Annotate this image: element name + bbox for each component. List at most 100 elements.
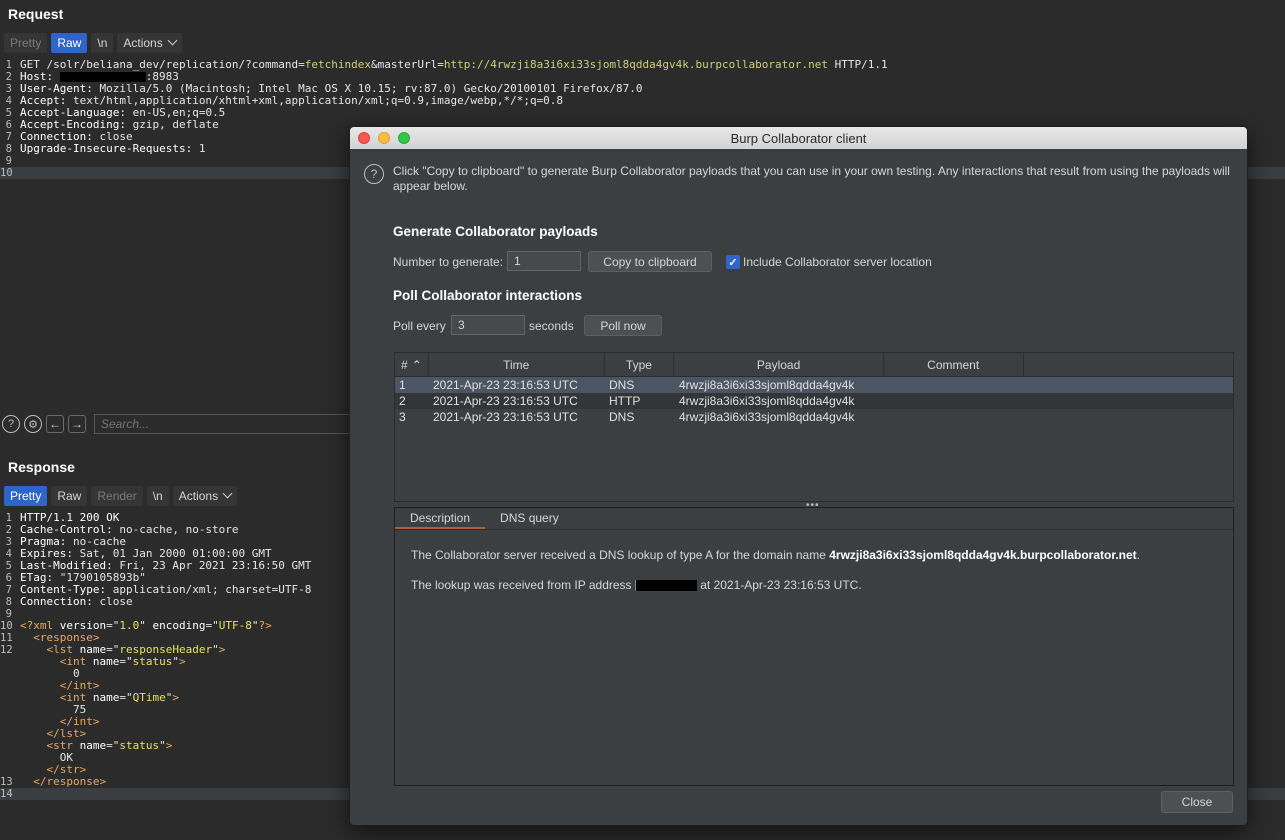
code-token: HTTP/1.1 bbox=[827, 58, 888, 71]
details-body: The Collaborator server received a DNS l… bbox=[395, 530, 1233, 626]
description-text: The Collaborator server received a DNS l… bbox=[411, 548, 830, 562]
row-time: 2021-Apr-23 23:16:53 UTC bbox=[433, 394, 578, 408]
seconds-label: seconds bbox=[529, 319, 574, 333]
line-number: 8 bbox=[5, 596, 12, 608]
tab-description[interactable]: Description bbox=[395, 508, 486, 529]
code-token: & bbox=[371, 58, 378, 71]
code-token: > bbox=[218, 643, 226, 656]
line-number: 3 bbox=[5, 83, 12, 95]
code-token: </response> bbox=[20, 775, 107, 788]
forward-arrow-icon[interactable]: → bbox=[68, 415, 86, 433]
code-token: fetchindex bbox=[304, 58, 372, 71]
poll-now-button[interactable]: Poll now bbox=[584, 315, 662, 336]
row-type: DNS bbox=[609, 410, 635, 424]
include-location-label: Include Collaborator server location bbox=[743, 255, 932, 269]
code-token: command bbox=[251, 58, 299, 71]
col-header-type[interactable]: Type bbox=[605, 353, 675, 376]
code-token: 1 bbox=[198, 142, 206, 155]
table-row[interactable]: 2 2021-Apr-23 23:16:53 UTC HTTP 4rwzji8a… bbox=[395, 393, 1233, 409]
code-line: 1 GET /solr/beliana_dev/replication/?comm… bbox=[0, 58, 1285, 72]
code-token: QTime bbox=[132, 691, 166, 704]
line-number bbox=[0, 692, 14, 704]
row-num: 3 bbox=[399, 410, 406, 424]
line-code: Upgrade-Insecure-Requests: 1 bbox=[14, 143, 205, 155]
line-number: 9 bbox=[5, 608, 12, 620]
col-header-payload[interactable]: Payload bbox=[674, 353, 884, 376]
tab-pretty[interactable]: Pretty bbox=[4, 486, 48, 506]
search-input[interactable] bbox=[94, 414, 350, 434]
col-header-num[interactable]: # ⌃ bbox=[395, 353, 429, 376]
code-token: 1.0 bbox=[119, 619, 140, 632]
chevron-down-icon bbox=[222, 488, 233, 499]
intro-text: Click "Copy to clipboard" to generate Bu… bbox=[393, 164, 1230, 193]
tab-render[interactable]: Render bbox=[91, 486, 143, 506]
code-token: application/xml; charset=UTF-8 bbox=[112, 583, 312, 596]
code-token: ?> bbox=[258, 619, 272, 632]
tab-raw[interactable]: Raw bbox=[51, 33, 88, 53]
code-token: " bbox=[139, 619, 153, 632]
line-number: 2 bbox=[5, 71, 12, 83]
table-header: # ⌃ Time Type Payload Comment bbox=[395, 353, 1233, 377]
line-number bbox=[0, 704, 14, 716]
code-token: name bbox=[92, 691, 120, 704]
dialog-title: Burp Collaborator client bbox=[730, 130, 867, 146]
code-token: " bbox=[159, 739, 166, 752]
code-token: = bbox=[437, 58, 444, 71]
code-token: Upgrade-Insecure-Requests: bbox=[20, 142, 199, 155]
gear-icon[interactable]: ⚙ bbox=[24, 415, 42, 433]
tab-newline[interactable]: \n bbox=[91, 33, 114, 53]
code-token: no-cache, no-store bbox=[119, 523, 239, 536]
include-location-checkbox[interactable]: ✓ bbox=[726, 255, 740, 269]
line-number bbox=[0, 668, 14, 680]
copy-to-clipboard-button[interactable]: Copy to clipboard bbox=[588, 251, 712, 272]
search-bar: ? ⚙ ← → bbox=[0, 412, 350, 436]
code-token: =" bbox=[119, 691, 133, 704]
col-header-empty bbox=[1024, 353, 1234, 376]
col-header-time[interactable]: Time bbox=[429, 353, 605, 376]
back-arrow-icon[interactable]: ← bbox=[46, 415, 64, 433]
help-icon[interactable]: ? bbox=[2, 415, 20, 433]
tab-raw[interactable]: Raw bbox=[51, 486, 88, 506]
line-number: 1 bbox=[5, 59, 12, 71]
number-to-generate-input[interactable] bbox=[507, 251, 581, 271]
collaborator-dialog: Burp Collaborator client ? Click "Copy t… bbox=[349, 126, 1248, 826]
close-button[interactable]: Close bbox=[1161, 791, 1233, 813]
actions-dropdown[interactable]: Actions bbox=[172, 486, 238, 506]
tab-pretty[interactable]: Pretty bbox=[4, 33, 48, 53]
table-row[interactable]: 1 2021-Apr-23 23:16:53 UTC DNS 4rwzji8a3… bbox=[395, 377, 1233, 393]
code-token: UTF-8 bbox=[218, 619, 252, 632]
code-token: > bbox=[178, 655, 186, 668]
window-controls bbox=[358, 132, 410, 144]
actions-label: Actions bbox=[178, 489, 219, 503]
response-title: Response bbox=[8, 459, 75, 475]
row-comment bbox=[885, 409, 1025, 425]
code-token: Fri, 23 Apr 2021 23:16:50 GMT bbox=[119, 559, 312, 572]
line-number: 3 bbox=[5, 536, 12, 548]
code-token: close bbox=[99, 595, 133, 608]
minimize-window-icon[interactable] bbox=[378, 132, 390, 144]
code-token: encoding bbox=[152, 619, 206, 632]
row-comment bbox=[885, 377, 1025, 393]
line-number: 7 bbox=[5, 131, 12, 143]
code-token: =" bbox=[106, 739, 120, 752]
zoom-window-icon[interactable] bbox=[398, 132, 410, 144]
chevron-down-icon bbox=[167, 35, 178, 46]
actions-dropdown[interactable]: Actions bbox=[117, 33, 182, 53]
number-label: Number to generate: bbox=[393, 255, 504, 269]
close-window-icon[interactable] bbox=[358, 132, 370, 144]
table-row[interactable]: 3 2021-Apr-23 23:16:53 UTC DNS 4rwzji8a3… bbox=[395, 409, 1233, 425]
line-number: 5 bbox=[5, 107, 12, 119]
tab-dns-query[interactable]: DNS query bbox=[485, 508, 574, 529]
line-number bbox=[0, 680, 14, 692]
line-number: 4 bbox=[5, 548, 12, 560]
row-time: 2021-Apr-23 23:16:53 UTC bbox=[433, 410, 578, 424]
request-tabbar: Pretty Raw \n Actions bbox=[4, 33, 182, 53]
tab-newline[interactable]: \n bbox=[146, 486, 169, 506]
col-header-comment[interactable]: Comment bbox=[884, 353, 1024, 376]
row-type: HTTP bbox=[609, 394, 641, 408]
poll-heading: Poll Collaborator interactions bbox=[393, 288, 583, 303]
row-comment bbox=[885, 393, 1025, 409]
line-number: 1 bbox=[5, 512, 12, 524]
poll-interval-input[interactable] bbox=[451, 315, 525, 335]
description-line-1: The Collaborator server received a DNS l… bbox=[411, 548, 1217, 563]
